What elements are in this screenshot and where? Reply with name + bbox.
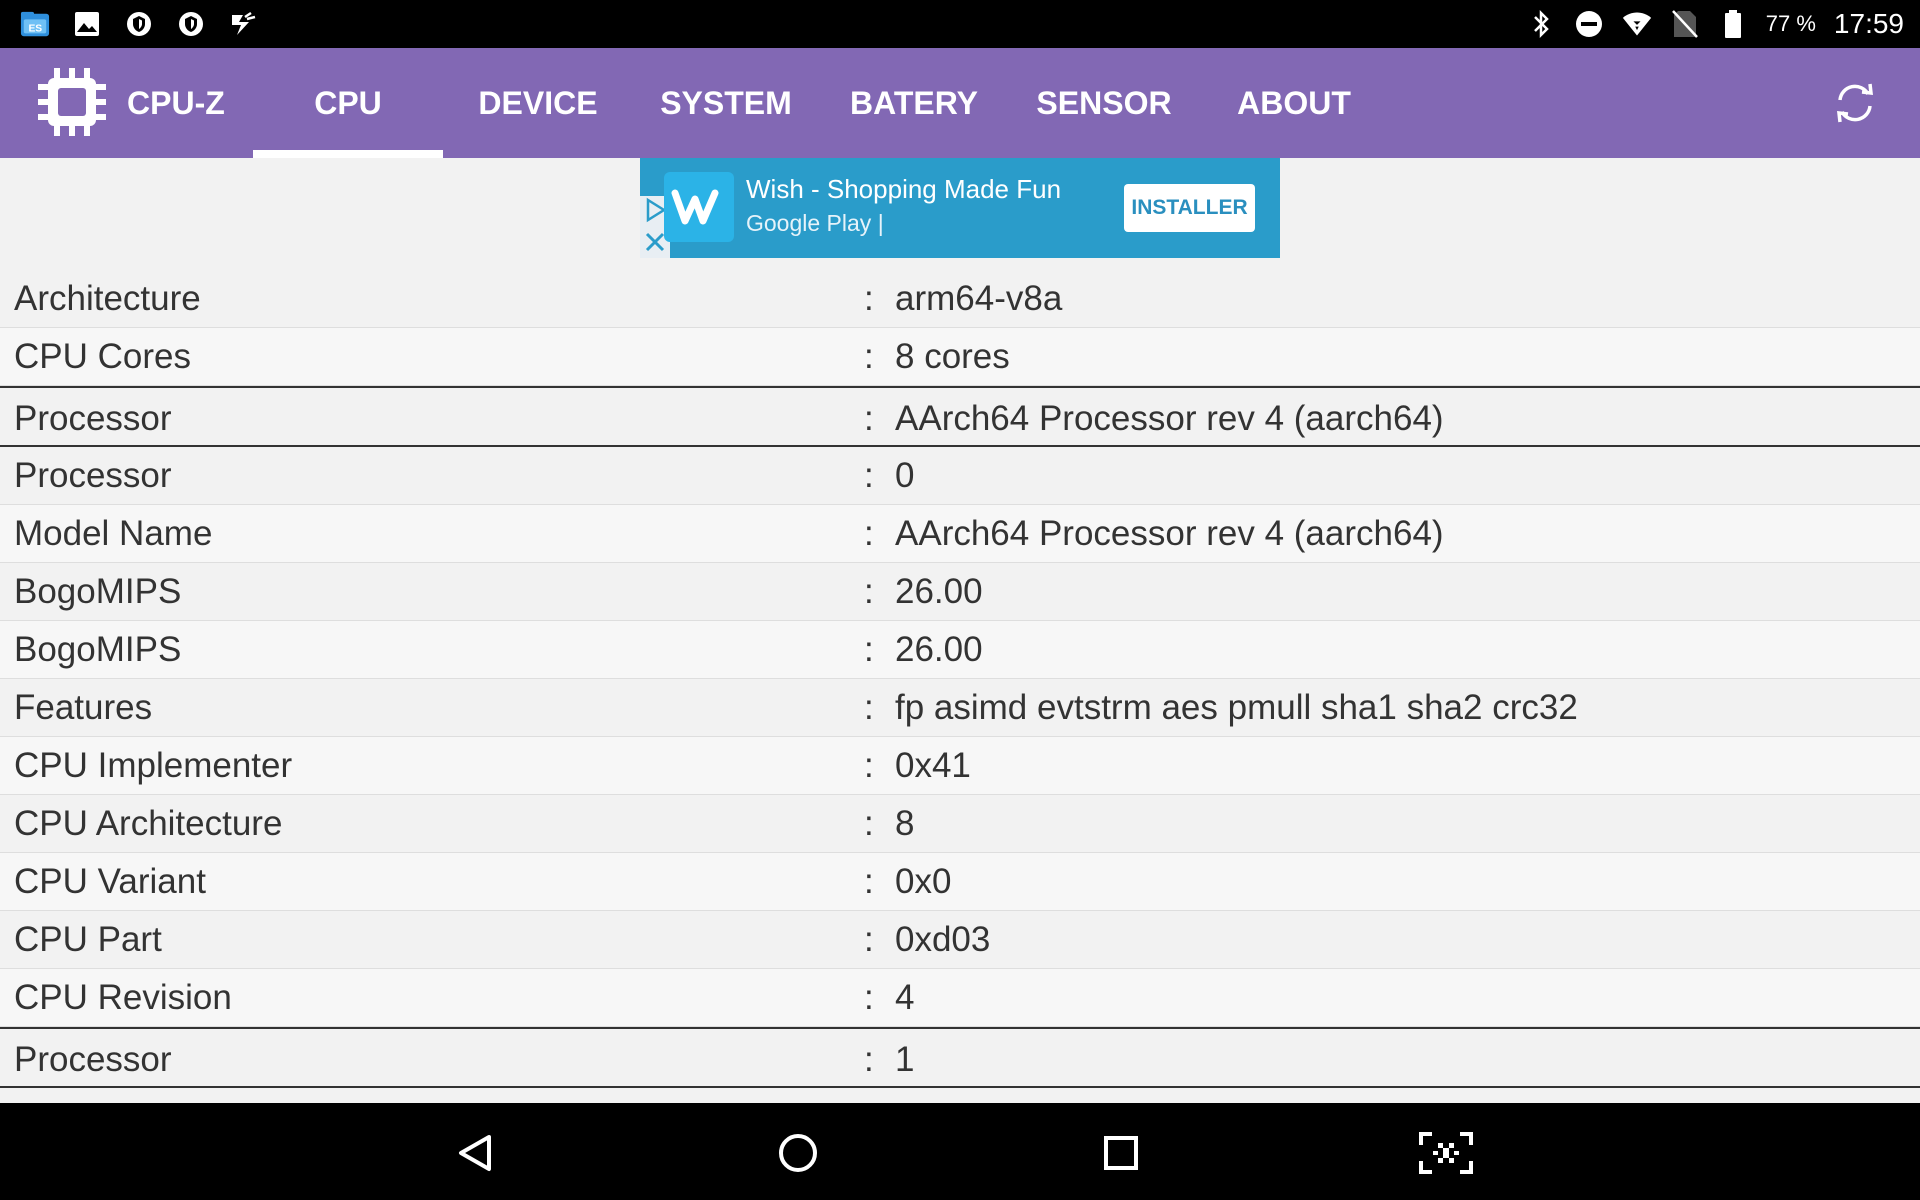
table-row: CPU Part:0xd03 <box>0 911 1920 969</box>
row-separator: : <box>864 688 874 727</box>
ad-title: Wish - Shopping Made Fun <box>746 174 1062 204</box>
row-value: arm64-v8a <box>895 279 1063 318</box>
row-value: fp asimd evtstrm aes pmull sha1 sha2 crc… <box>895 688 1578 727</box>
row-value: 1 <box>895 1040 915 1079</box>
home-icon[interactable] <box>768 1123 828 1183</box>
row-separator: : <box>864 804 874 843</box>
cpu-info-panel: Wish - Shopping Made Fun Google Play | I… <box>0 158 1920 1103</box>
table-row-processor-header: Processor:1 <box>0 1027 1920 1088</box>
ad-install-button[interactable]: INSTALLER <box>1124 184 1255 232</box>
row-value: AArch64 Processor rev 4 (aarch64) <box>895 514 1444 553</box>
shield-icon <box>176 9 206 39</box>
row-separator: : <box>864 399 874 438</box>
cpu-info-table: Architecture: arm64-v8a CPU Cores:8 cores… <box>0 270 1920 1088</box>
row-separator: : <box>864 337 874 376</box>
row-label: Processor <box>14 456 172 495</box>
table-row: Model Name: AArch64 Processor rev 4 (aarc… <box>0 505 1920 563</box>
row-label: Features <box>14 688 153 727</box>
image-icon <box>72 9 102 39</box>
row-label: CPU Implementer <box>14 746 293 785</box>
row-value: 8 <box>895 804 915 843</box>
table-row: BogoMIPS:26.00 <box>0 563 1920 621</box>
screenshot-icon[interactable] <box>1416 1123 1476 1183</box>
table-row: CPU Revision:4 <box>0 969 1920 1027</box>
row-label: CPU Cores <box>14 337 191 376</box>
row-value: 26.00 <box>895 630 983 669</box>
table-row: Features: fp asimd evtstrm aes pmull sha1… <box>0 679 1920 737</box>
row-label: CPU Part <box>14 920 162 959</box>
row-separator: : <box>864 746 874 785</box>
row-value: 4 <box>895 978 915 1017</box>
row-value: 0xd03 <box>895 920 991 959</box>
clock: 17:59 <box>1833 8 1904 39</box>
row-separator: : <box>864 862 874 901</box>
refresh-icon[interactable] <box>1832 80 1878 126</box>
table-row: CPU Cores:8 cores <box>0 328 1920 386</box>
tab-bar: CPU DEVICE SYSTEM BATERY SENSOR ABOUT <box>253 48 1389 158</box>
row-separator: : <box>864 514 874 553</box>
table-row: CPU Architecture:8 <box>0 795 1920 853</box>
row-separator: : <box>864 279 874 318</box>
do-not-disturb-icon <box>1574 9 1604 39</box>
table-row: CPU Implementer:0x41 <box>0 737 1920 795</box>
tab-sensor[interactable]: SENSOR <box>1009 48 1199 158</box>
row-label: Processor <box>14 1040 172 1079</box>
battery-percent: 77 % <box>1765 11 1816 36</box>
cpu-chip-icon <box>36 66 108 138</box>
tab-battery[interactable]: BATERY <box>819 48 1009 158</box>
table-row: CPU Variant:0x0 <box>0 853 1920 911</box>
row-value: 8 cores <box>895 337 1010 376</box>
tasker-icon <box>228 9 258 39</box>
row-separator: : <box>864 978 874 1017</box>
row-separator: : <box>864 630 874 669</box>
app-title: CPU-Z <box>127 85 225 121</box>
row-label: BogoMIPS <box>14 630 182 669</box>
ad-store: Google Play | <box>746 210 884 236</box>
table-row-processor-header: Processor: AArch64 Processor rev 4 (aarch… <box>0 386 1920 447</box>
row-label: Processor <box>14 399 172 438</box>
row-separator: : <box>864 572 874 611</box>
table-row: BogoMIPS:26.00 <box>0 621 1920 679</box>
wish-logo-icon <box>664 172 734 242</box>
row-value: 0 <box>895 456 915 495</box>
svg-text:ES: ES <box>28 24 42 35</box>
ad-banner[interactable]: Wish - Shopping Made Fun Google Play | I… <box>640 158 1280 258</box>
row-value: AArch64 Processor rev 4 (aarch64) <box>895 399 1444 438</box>
row-label: Model Name <box>14 514 213 553</box>
tab-cpu[interactable]: CPU <box>253 48 443 158</box>
navigation-bar <box>0 1103 1920 1200</box>
table-row: Processor:0 <box>0 447 1920 505</box>
row-label: Architecture <box>14 279 201 318</box>
back-icon[interactable] <box>445 1123 505 1183</box>
file-manager-icon: ES <box>20 9 50 39</box>
table-row: Architecture: arm64-v8a <box>0 270 1920 328</box>
battery-icon <box>1718 9 1748 39</box>
recents-icon[interactable] <box>1091 1123 1151 1183</box>
wifi-icon <box>1622 9 1652 39</box>
row-value: 26.00 <box>895 572 983 611</box>
tab-about[interactable]: ABOUT <box>1199 48 1389 158</box>
row-label: CPU Architecture <box>14 804 283 843</box>
row-label: CPU Revision <box>14 978 232 1017</box>
bluetooth-icon <box>1526 9 1556 39</box>
row-separator: : <box>864 920 874 959</box>
row-label: CPU Variant <box>14 862 206 901</box>
row-separator: : <box>864 456 874 495</box>
row-value: 0x0 <box>895 862 952 901</box>
row-label: BogoMIPS <box>14 572 182 611</box>
shield-icon <box>124 9 154 39</box>
app-bar: CPU-Z CPU DEVICE SYSTEM BATERY SENSOR AB… <box>0 48 1920 158</box>
tab-device[interactable]: DEVICE <box>443 48 633 158</box>
row-value: 0x41 <box>895 746 971 785</box>
no-sim-icon <box>1670 9 1700 39</box>
tab-system[interactable]: SYSTEM <box>633 48 819 158</box>
row-separator: : <box>864 1040 874 1079</box>
status-bar: ES 77 % 17:59 <box>0 0 1920 48</box>
